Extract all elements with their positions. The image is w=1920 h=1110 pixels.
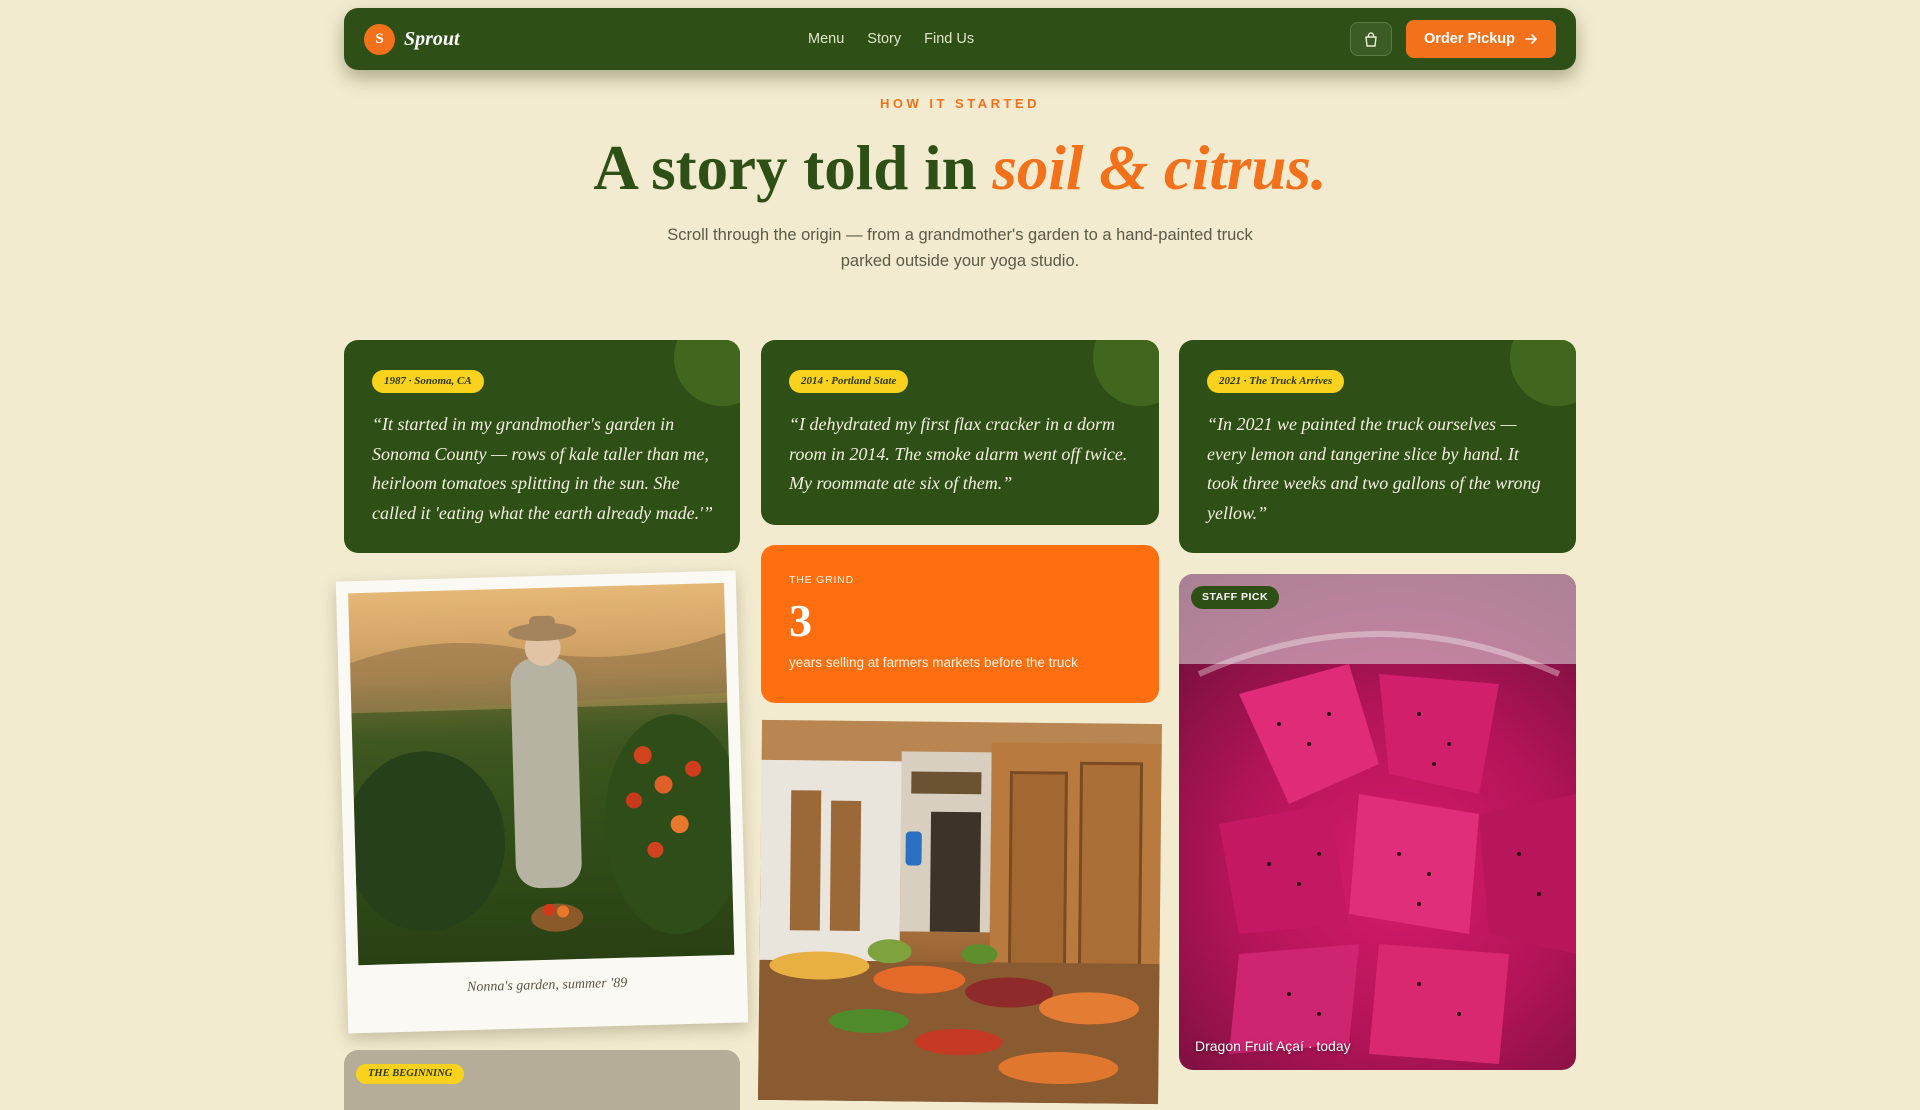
story-quote: “It started in my grandmother's garden i… (372, 414, 713, 523)
nav-links: Menu Story Find Us (808, 29, 997, 49)
top-nav: S Sprout Menu Story Find Us Order Pickup (344, 8, 1576, 70)
dragon-fruit-photo: STAFF PICK Dragon Fruit Açaí · today (1179, 574, 1576, 1070)
card-decoration (1093, 340, 1159, 406)
shopping-bag-icon (1365, 32, 1377, 47)
grind-stat-card: THE GRIND 3 years selling at farmers mar… (761, 545, 1159, 703)
eyebrow-label: HOW IT STARTED (880, 96, 1040, 111)
stat-label: THE GRIND (789, 574, 854, 586)
garden-photo (348, 582, 735, 966)
headline-main: A story told in (593, 133, 993, 203)
polaroid-caption: Nonna's garden, summer '89 (466, 975, 628, 996)
stat-description: years selling at farmers markets before … (789, 655, 1078, 670)
story-tag: 2014 · Portland State (789, 370, 909, 393)
nav-link-story[interactable]: Story (867, 29, 901, 49)
brand-name[interactable]: Sprout (404, 24, 460, 54)
nav-link-find-us[interactable]: Find Us (924, 29, 974, 49)
order-pickup-button[interactable]: Order Pickup (1406, 20, 1556, 58)
dragon-caption: Dragon Fruit Açaí · today (1195, 1038, 1351, 1054)
staff-pick-badge: STAFF PICK (1191, 586, 1280, 609)
market-photo (758, 719, 1162, 1105)
headline-accent: soil & citrus. (992, 133, 1327, 203)
card-decoration (1510, 340, 1576, 406)
story-tag: 1987 · Sonoma, CA (372, 370, 484, 393)
story-quote: “I dehydrated my first flax cracker in a… (789, 414, 1128, 493)
arrow-right-icon (1525, 34, 1537, 44)
page-subtitle: Scroll through the origin — from a grand… (667, 226, 1253, 270)
order-pickup-label: Order Pickup (1423, 31, 1516, 47)
cart-button[interactable] (1350, 22, 1392, 56)
card-decoration (674, 340, 740, 406)
nav-link-menu[interactable]: Menu (808, 29, 844, 49)
story-card-2014: 2014 · Portland State “I dehydrated my f… (761, 340, 1159, 525)
story-card-2021: 2021 · The Truck Arrives “In 2021 we pai… (1179, 340, 1576, 553)
stat-number: 3 (789, 595, 812, 646)
garden-polaroid: Nonna's garden, summer '89 (335, 570, 749, 1034)
page-title: A story told in soil & citrus. (0, 132, 1920, 204)
story-quote: “In 2021 we painted the truck ourselves … (1207, 414, 1541, 523)
story-card-1987: 1987 · Sonoma, CA “It started in my gran… (344, 340, 740, 553)
beginning-card: THE BEGINNING (344, 1050, 740, 1110)
story-tag: 2021 · The Truck Arrives (1207, 370, 1345, 393)
logo-icon[interactable]: S (364, 24, 395, 55)
beginning-tag: THE BEGINNING (356, 1064, 465, 1084)
